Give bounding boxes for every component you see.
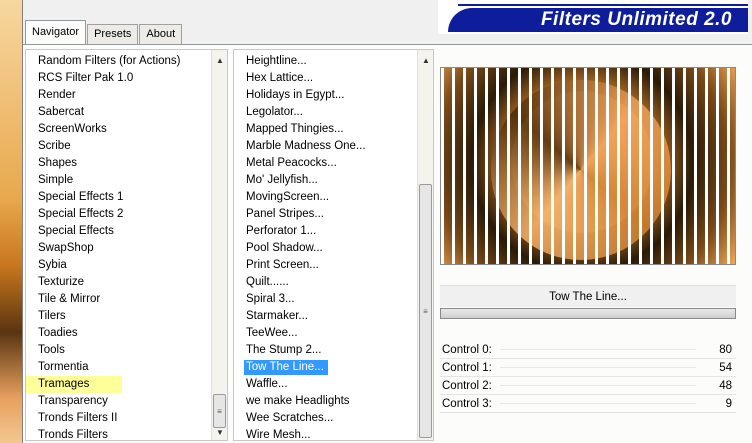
control-slider[interactable]: [500, 367, 696, 368]
category-item[interactable]: Sabercat: [26, 104, 227, 121]
scroll-up-icon[interactable]: ▲: [216, 56, 224, 65]
category-item[interactable]: Tormentia: [26, 359, 227, 376]
filter-item[interactable]: we make Headlights: [234, 393, 433, 410]
filter-item[interactable]: Wee Scratches...: [234, 410, 433, 427]
filter-item[interactable]: Legolator...: [234, 104, 433, 121]
preview-stripes: [441, 68, 735, 264]
control-value: 48: [719, 380, 732, 392]
tab-bar: Navigator Presets About: [25, 20, 183, 44]
background-image-strip: [0, 0, 22, 443]
filter-item[interactable]: Holidays in Egypt...: [234, 87, 433, 104]
control-row[interactable]: Control 2: 48: [440, 377, 736, 395]
filter-item[interactable]: Marble Madness One...: [234, 138, 433, 155]
filter-item[interactable]: Hex Lattice...: [234, 70, 433, 87]
filter-item[interactable]: Perforator 1...: [234, 223, 433, 240]
control-row[interactable]: Control 1: 54: [440, 359, 736, 377]
filters-unlimited-window: Filters Unlimited 2.0 Navigator Presets …: [22, 0, 752, 443]
filter-item[interactable]: Waffle...: [234, 376, 433, 393]
category-item[interactable]: Tile & Mirror: [26, 291, 227, 308]
filter-item[interactable]: Panel Stripes...: [234, 206, 433, 223]
control-label: Control 1:: [442, 362, 492, 374]
scroll-down-icon[interactable]: ▼: [216, 428, 224, 437]
category-scrollbar[interactable]: ▲ ≡ ▼: [211, 50, 227, 440]
control-label: Control 2:: [442, 380, 492, 392]
category-item[interactable]: Random Filters (for Actions): [26, 53, 227, 70]
control-row[interactable]: Control 3: 9: [440, 395, 736, 413]
category-item[interactable]: Tools: [26, 342, 227, 359]
tab-navigator[interactable]: Navigator: [25, 20, 87, 44]
filter-item[interactable]: Quilt......: [234, 274, 433, 291]
preview-image: [440, 67, 736, 265]
filter-item[interactable]: Pool Shadow...: [234, 240, 433, 257]
filter-scrollbar[interactable]: ▲ ≡: [417, 50, 433, 440]
filter-name-label: Tow The Line...: [440, 285, 736, 307]
category-item[interactable]: Toadies: [26, 325, 227, 342]
category-item[interactable]: Simple: [26, 172, 227, 189]
category-item[interactable]: ScreenWorks: [26, 121, 227, 138]
navigator-panel: Random Filters (for Actions) RCS Filter …: [23, 44, 752, 443]
control-row[interactable]: Control 0: 80: [440, 341, 736, 359]
progress-bar: [440, 308, 736, 319]
category-item[interactable]: Texturize: [26, 274, 227, 291]
control-slider[interactable]: [500, 385, 696, 386]
filter-item[interactable]: Mapped Thingies...: [234, 121, 433, 138]
tab-about[interactable]: About: [139, 24, 183, 44]
category-item[interactable]: SwapShop: [26, 240, 227, 257]
category-item[interactable]: Special Effects 2: [26, 206, 227, 223]
filter-item[interactable]: Mo' Jellyfish...: [234, 172, 433, 189]
banner-title: Filters Unlimited 2.0: [448, 8, 748, 32]
filter-item[interactable]: Starmaker...: [234, 308, 433, 325]
category-item[interactable]: Tronds Filters: [26, 427, 227, 440]
control-slider[interactable]: [500, 349, 696, 350]
banner-line: [458, 4, 748, 6]
control-label: Control 0:: [442, 344, 492, 356]
scroll-thumb[interactable]: ≡: [419, 184, 432, 438]
category-item-selected[interactable]: Tramages: [26, 376, 122, 393]
scroll-up-icon[interactable]: ▲: [422, 56, 430, 65]
controls-panel: Control 0: 80 Control 1: 54 Control 2: 4…: [440, 341, 736, 413]
control-value: 54: [719, 362, 732, 374]
category-item[interactable]: Render: [26, 87, 227, 104]
control-value: 80: [719, 344, 732, 356]
category-item[interactable]: Tilers: [26, 308, 227, 325]
filter-item[interactable]: Spiral 3...: [234, 291, 433, 308]
category-item[interactable]: Shapes: [26, 155, 227, 172]
filter-item[interactable]: Wire Mesh...: [234, 427, 433, 440]
filter-list[interactable]: Heightline... Hex Lattice... Holidays in…: [233, 49, 434, 441]
filter-item-selected-label[interactable]: Tow The Line...: [244, 360, 328, 375]
category-item[interactable]: RCS Filter Pak 1.0: [26, 70, 227, 87]
category-item[interactable]: Special Effects: [26, 223, 227, 240]
category-item[interactable]: Special Effects 1: [26, 189, 227, 206]
category-item[interactable]: Transparency: [26, 393, 227, 410]
filter-item[interactable]: Print Screen...: [234, 257, 433, 274]
scroll-thumb[interactable]: ≡: [213, 394, 226, 428]
category-item[interactable]: Sybia: [26, 257, 227, 274]
control-label: Control 3:: [442, 398, 492, 410]
category-item[interactable]: Tronds Filters II: [26, 410, 227, 427]
category-item[interactable]: Scribe: [26, 138, 227, 155]
tab-presets[interactable]: Presets: [87, 24, 139, 44]
filter-item[interactable]: MovingScreen...: [234, 189, 433, 206]
category-list[interactable]: Random Filters (for Actions) RCS Filter …: [25, 49, 228, 441]
filter-item[interactable]: The Stump 2...: [234, 342, 433, 359]
filter-item-selected[interactable]: Tow The Line...: [234, 359, 433, 376]
control-value: 9: [725, 398, 732, 410]
filter-item[interactable]: Heightline...: [234, 53, 433, 70]
banner: Filters Unlimited 2.0: [438, 0, 748, 34]
filter-item[interactable]: Metal Peacocks...: [234, 155, 433, 172]
filter-item[interactable]: TeeWee...: [234, 325, 433, 342]
control-slider[interactable]: [500, 403, 696, 404]
